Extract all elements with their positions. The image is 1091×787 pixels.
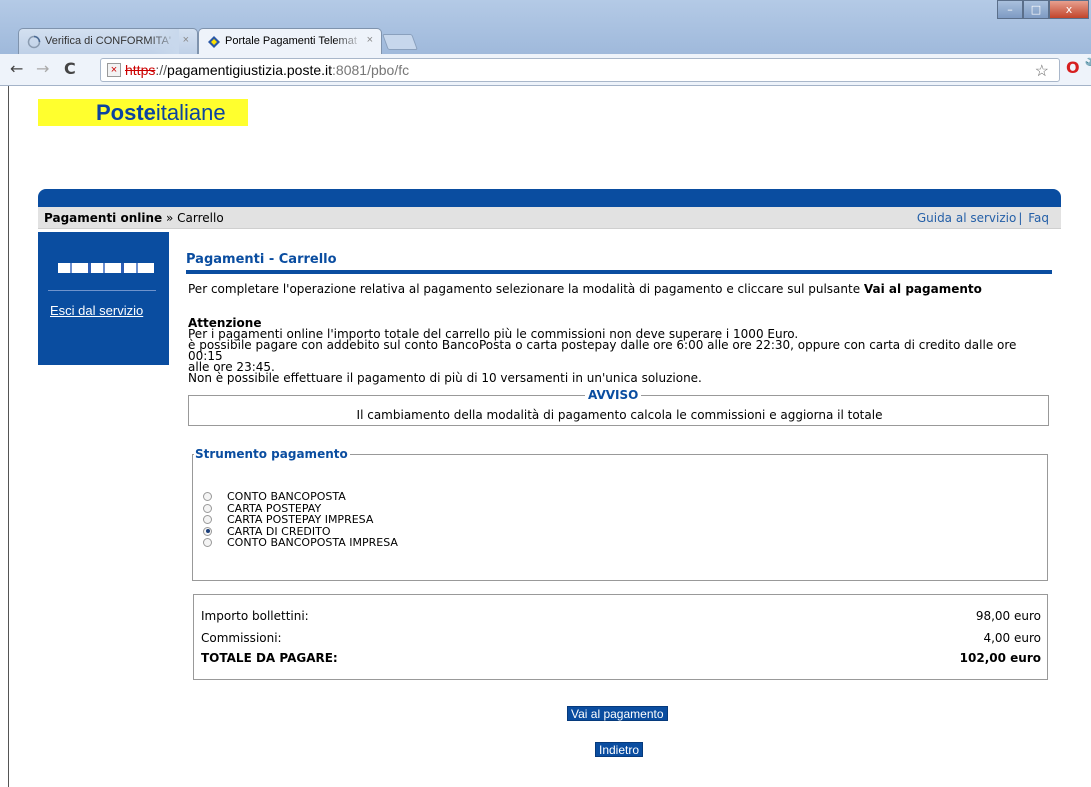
option-carta-postepay-impresa[interactable]: CARTA POSTEPAY IMPRESA	[203, 514, 398, 526]
back-arrow-icon[interactable]: ←	[10, 59, 23, 78]
page-title: Pagamenti - Carrello	[186, 248, 1052, 274]
loading-icon	[27, 35, 41, 49]
minimize-button[interactable]: –	[997, 0, 1023, 19]
tab-portale[interactable]: Portale Pagamenti Telemat ×	[198, 28, 382, 54]
maximize-button[interactable]: □	[1023, 0, 1049, 19]
web-page: Posteitaliane Pagamenti online » Carrell…	[0, 86, 1091, 787]
redacted-user-name	[58, 263, 154, 273]
url-separator: ://	[155, 62, 168, 78]
totals-box: Importo bollettini: 98,00 euro Commissio…	[193, 594, 1048, 680]
total-label: TOTALE DA PAGARE:	[201, 651, 338, 665]
reload-icon[interactable]: C	[64, 59, 76, 78]
close-tab-icon[interactable]: ×	[367, 34, 373, 46]
faq-link[interactable]: Faq	[1028, 211, 1049, 225]
radio-button[interactable]	[203, 492, 212, 502]
url-host: pagamentigiustizia.poste.it	[167, 62, 333, 78]
radio-button[interactable]	[203, 538, 212, 548]
breadcrumb-current: Carrello	[177, 211, 224, 225]
guide-link[interactable]: Guida al servizio	[917, 211, 1017, 225]
payment-instrument-title: Strumento pagamento	[194, 447, 350, 461]
payment-instrument-fieldset: Strumento pagamento CONTO BANCOPOSTA CAR…	[192, 447, 1048, 581]
option-conto-bancoposta[interactable]: CONTO BANCOPOSTA	[203, 491, 398, 503]
amount-row: Importo bollettini: 98,00 euro	[201, 609, 1041, 623]
tab-verifica[interactable]: Verifica di CONFORMITA' ×	[18, 28, 198, 54]
radio-button[interactable]	[203, 515, 212, 525]
url-scheme: https	[125, 62, 156, 78]
amount-value: 98,00 euro	[975, 609, 1041, 623]
poste-italiane-logo: Posteitaliane	[96, 100, 226, 125]
opera-extension-icon[interactable]: O	[1066, 58, 1080, 77]
fees-value: 4,00 euro	[983, 631, 1041, 645]
intro-text: Per completare l'operazione relativa al …	[188, 282, 982, 296]
window-controls: – □ x	[997, 0, 1089, 20]
back-button[interactable]: Indietro	[595, 742, 644, 757]
notice-box: AVVISO Il cambiamento della modalità di …	[188, 388, 1049, 426]
browser-chrome: Verifica di CONFORMITA' × Portale Pagame…	[0, 0, 1091, 86]
radio-button-selected[interactable]	[203, 526, 212, 536]
fees-row: Commissioni: 4,00 euro	[201, 631, 1041, 645]
poste-favicon-icon	[208, 36, 220, 48]
radio-button[interactable]	[203, 503, 212, 513]
breadcrumb-root: Pagamenti online	[44, 211, 163, 225]
payment-options: CONTO BANCOPOSTA CARTA POSTEPAY CARTA PO…	[203, 491, 398, 549]
fees-label: Commissioni:	[201, 631, 282, 645]
new-tab-button[interactable]	[382, 34, 418, 50]
attention-block: Attenzione Per i pagamenti online l'impo…	[188, 317, 1054, 384]
url-path: :8081/pbo/fc	[332, 62, 410, 78]
close-tab-icon[interactable]: ×	[183, 34, 189, 46]
total-row: TOTALE DA PAGARE: 102,00 euro	[201, 651, 1041, 665]
notice-text: Il cambiamento della modalità di pagamen…	[356, 408, 883, 422]
option-conto-bancoposta-impresa[interactable]: CONTO BANCOPOSTA IMPRESA	[203, 537, 398, 549]
notice-title: AVVISO	[585, 388, 642, 402]
amount-label: Importo bollettini:	[201, 609, 309, 623]
logout-link[interactable]: Esci dal servizio	[50, 303, 143, 318]
forward-arrow-icon[interactable]: →	[36, 59, 49, 78]
address-bar[interactable]: × https://pagamentigiustizia.poste.it:80…	[100, 58, 1060, 82]
pay-button[interactable]: Vai al pagamento	[567, 706, 668, 721]
broken-ssl-icon: ×	[107, 63, 121, 77]
wrench-icon[interactable]: 🔧	[1084, 57, 1091, 76]
bookmark-star-icon[interactable]: ☆	[1035, 61, 1049, 81]
total-value: 102,00 euro	[959, 651, 1041, 665]
tab-strip: Verifica di CONFORMITA' × Portale Pagame…	[0, 0, 1091, 54]
header-bar	[38, 189, 1061, 207]
sidebar: Esci dal servizio	[38, 232, 169, 365]
sidebar-divider	[48, 290, 156, 291]
close-window-button[interactable]: x	[1049, 0, 1089, 19]
breadcrumb: Pagamenti online » Carrello Guida al ser…	[38, 207, 1061, 229]
browser-toolbar: ← → C × https://pagamentigiustizia.poste…	[0, 54, 1091, 86]
